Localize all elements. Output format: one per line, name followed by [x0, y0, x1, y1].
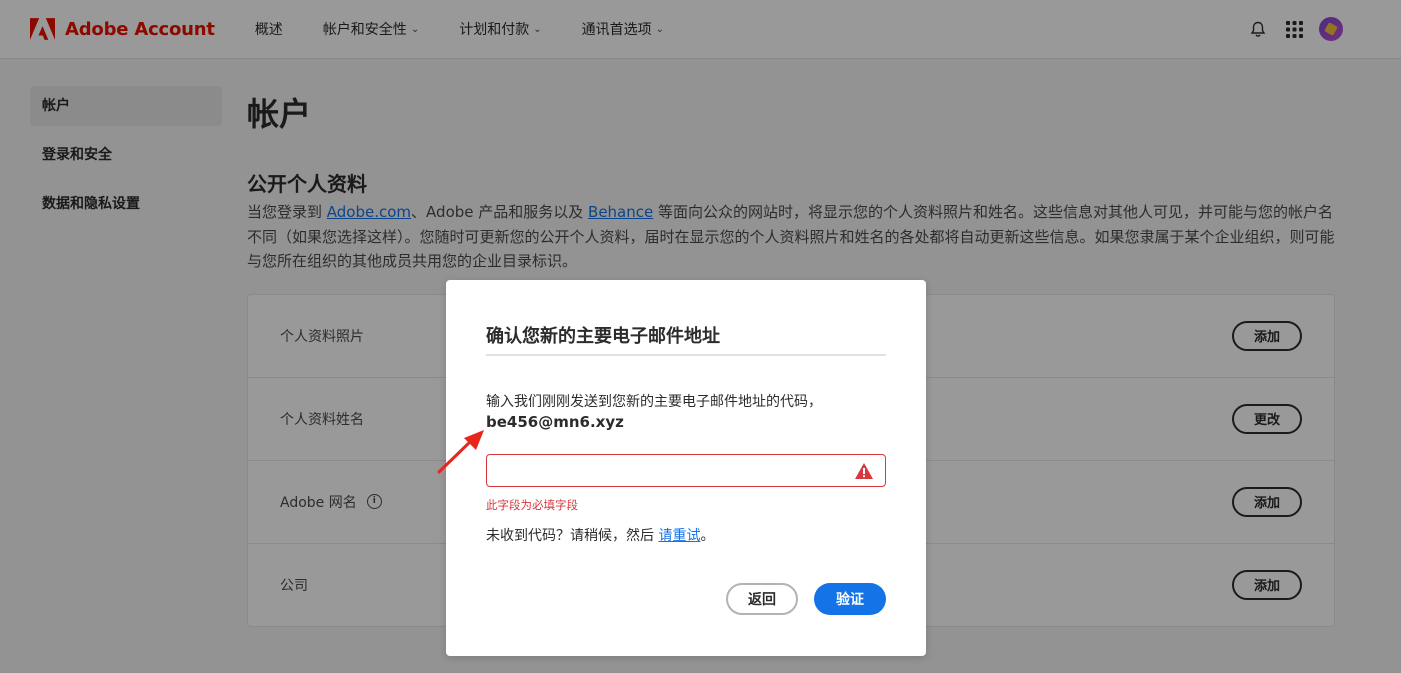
dialog-title: 确认您新的主要电子邮件地址 [486, 326, 720, 347]
back-button[interactable]: 返回 [726, 583, 798, 615]
dialog-instruction: 输入我们刚刚发送到您新的主要电子邮件地址的代码， [486, 394, 822, 410]
retry-link[interactable]: 请重试 [658, 528, 700, 544]
dialog-divider [486, 354, 886, 356]
red-arrow-icon [437, 430, 484, 474]
confirm-email-dialog: 确认您新的主要电子邮件地址 输入我们刚刚发送到您新的主要电子邮件地址的代码， b… [446, 280, 926, 656]
verification-code-input[interactable] [486, 454, 886, 487]
retry-text: 未收到代码？请稍候，然后 请重试。 [486, 528, 715, 544]
verify-button[interactable]: 验证 [814, 583, 886, 615]
error-message: 此字段为必填字段 [486, 498, 578, 512]
warning-icon [855, 463, 873, 479]
dialog-email: be456@mn6.xyz [486, 413, 624, 431]
